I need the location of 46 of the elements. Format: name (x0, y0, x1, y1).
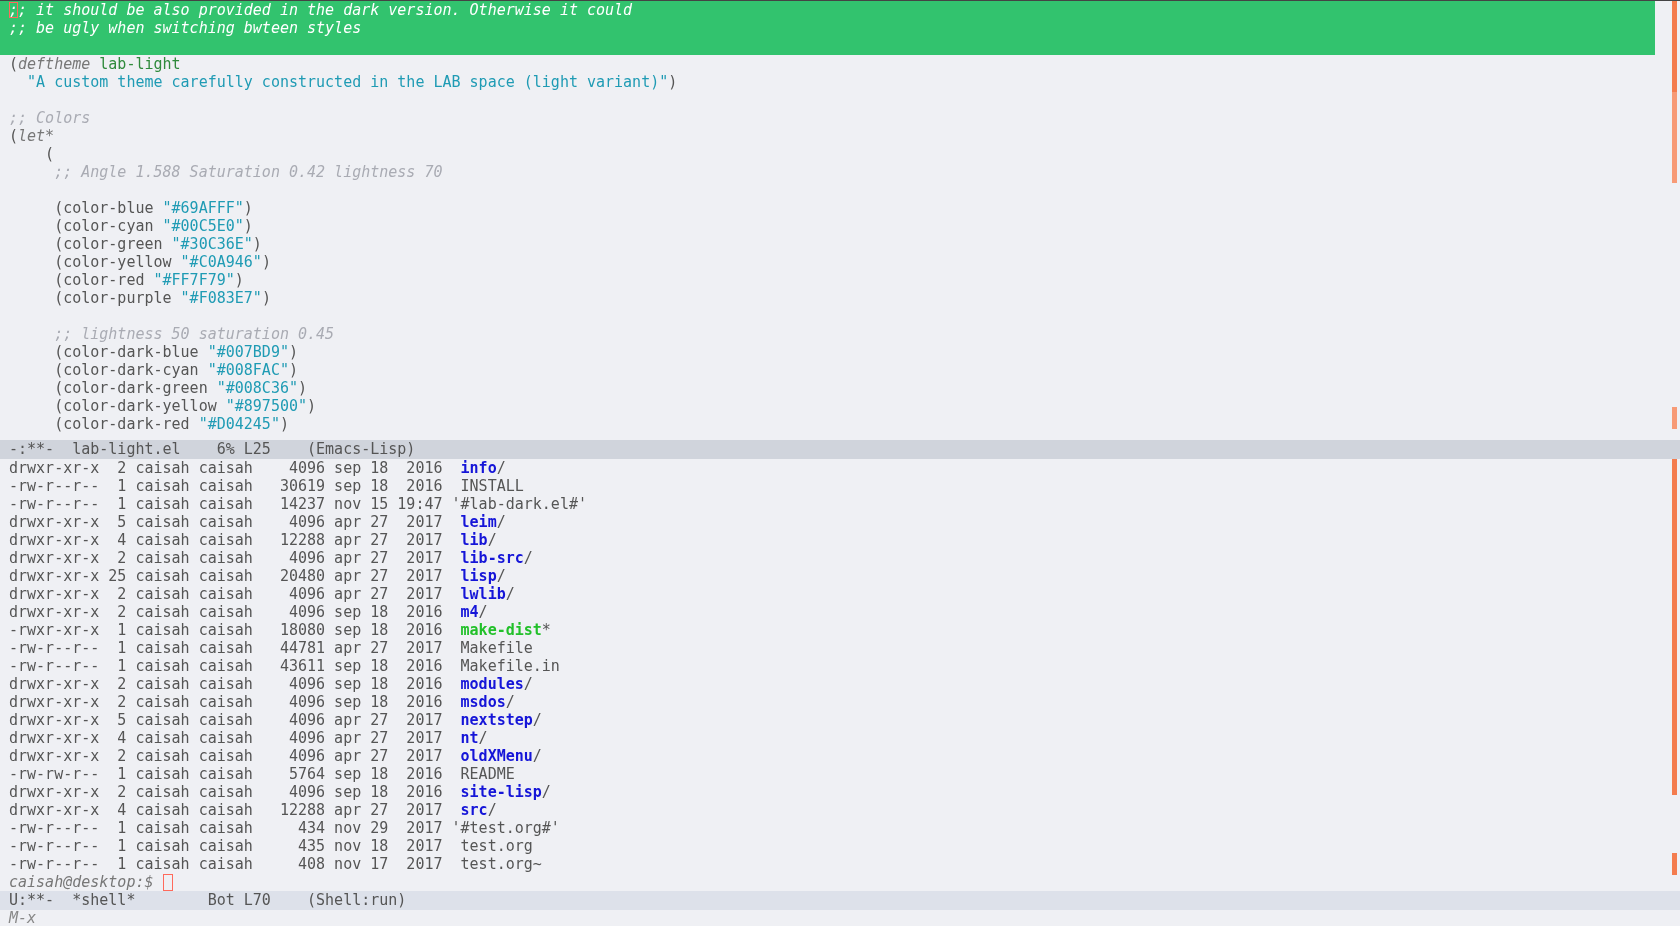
code-line: (color-cyan "#00C5E0") (53, 217, 254, 235)
scroll-indicator (1672, 853, 1677, 875)
listing-row-text: drwxr-xr-x 2 caisah caisah 4096 sep 18 2016 info/ (8, 459, 507, 477)
code-line: ;; lightness 50 saturation 0.45 (53, 325, 336, 343)
listing-row-text: -rw-r--r-- 1 caisah caisah 434 nov 29 2017 '#test.org#' (8, 819, 561, 837)
code-line: ( (44, 145, 56, 163)
listing-row-text: -rw-r--r-- 1 caisah caisah 14237 nov 15 19:47 '#lab-dark.el#' (8, 495, 588, 513)
minibuffer-text: M-x (7, 910, 38, 926)
shell-prompt: caisah@desktop:$ (9, 873, 154, 891)
listing-row-text: -rw-r--r-- 1 caisah caisah 30619 sep 18 2016 INSTALL (8, 477, 525, 495)
listing-row-text: -rw-r--r-- 1 caisah caisah 435 nov 18 2017 test.org (8, 837, 534, 855)
code-line: (color-green "#30C36E") (53, 235, 263, 253)
listing-row-text: drwxr-xr-x 2 caisah caisah 4096 sep 18 2016 site-lisp/ (8, 783, 552, 801)
code-line: (color-dark-cyan "#008FAC") (53, 361, 299, 379)
listing-row-text: -rw-rw-r-- 1 caisah caisah 5764 sep 18 2016 README (8, 765, 516, 783)
code-line: ;; Colors (8, 109, 92, 127)
listing-row-text: -rwxr-xr-x 1 caisah caisah 18080 sep 18 2016 make-dist* (8, 621, 552, 639)
listing-row-text: drwxr-xr-x 4 caisah caisah 4096 apr 27 2017 nt/ (8, 729, 489, 747)
code-line: (color-dark-blue "#007BD9") (53, 343, 299, 361)
code-line: "A custom theme carefully constructed in the LAB space (light variant)") (26, 73, 679, 91)
listing-row-text: drwxr-xr-x 2 caisah caisah 4096 apr 27 2017 lwlib/ (8, 585, 516, 603)
code-line: ;; Angle 1.588 Saturation 0.42 lightness 70 (53, 163, 444, 181)
listing-row-text: drwxr-xr-x 4 caisah caisah 12288 apr 27 2017 src/ (8, 801, 498, 819)
listing-row-text: drwxr-xr-x 2 caisah caisah 4096 sep 18 2016 modules/ (8, 675, 534, 693)
scroll-indicator (1672, 407, 1677, 429)
listing-row-text: drwxr-xr-x 2 caisah caisah 4096 sep 18 2016 m4/ (8, 603, 489, 621)
code-line: (color-dark-red "#D04245") (53, 415, 290, 433)
listing-row-text: drwxr-xr-x 2 caisah caisah 4096 apr 27 2017 oldXMenu/ (8, 747, 543, 765)
listing-row-text: drwxr-xr-x 5 caisah caisah 4096 apr 27 2017 leim/ (8, 513, 507, 531)
code-line: (color-blue "#69AFFF") (53, 199, 254, 217)
listing-row-text: -rw-r--r-- 1 caisah caisah 43611 sep 18 2016 Makefile.in (8, 657, 561, 675)
code-line: (color-dark-yellow "#897500") (53, 397, 318, 415)
code-line: (color-purple "#F083E7") (53, 289, 272, 307)
listing-row-text: drwxr-xr-x 4 caisah caisah 12288 apr 27 2017 lib/ (8, 531, 498, 549)
listing-row-text: drwxr-xr-x 2 caisah caisah 4096 apr 27 2017 lib-src/ (8, 549, 534, 567)
listing-row-text: drwxr-xr-x 2 caisah caisah 4096 sep 18 2016 msdos/ (8, 693, 516, 711)
listing-row-text: drwxr-xr-x 25 caisah caisah 20480 apr 27 2017 lisp/ (8, 567, 507, 585)
listing-row-text: -rw-r--r-- 1 caisah caisah 44781 apr 27 2017 Makefile (8, 639, 534, 657)
listing-row-text: drwxr-xr-x 5 caisah caisah 4096 apr 27 2017 nextstep/ (8, 711, 543, 729)
code-line: (deftheme lab-light (8, 55, 182, 73)
code-line: (let* (8, 127, 56, 145)
text-cursor (162, 873, 173, 891)
code-line: (color-yellow "#C0A946") (53, 253, 272, 271)
code-line: (color-dark-green "#008C36") (53, 379, 309, 397)
listing-row-text: -rw-r--r-- 1 caisah caisah 408 nov 17 2017 test.org~ (8, 855, 543, 873)
code-line: (color-red "#FF7F79") (53, 271, 245, 289)
